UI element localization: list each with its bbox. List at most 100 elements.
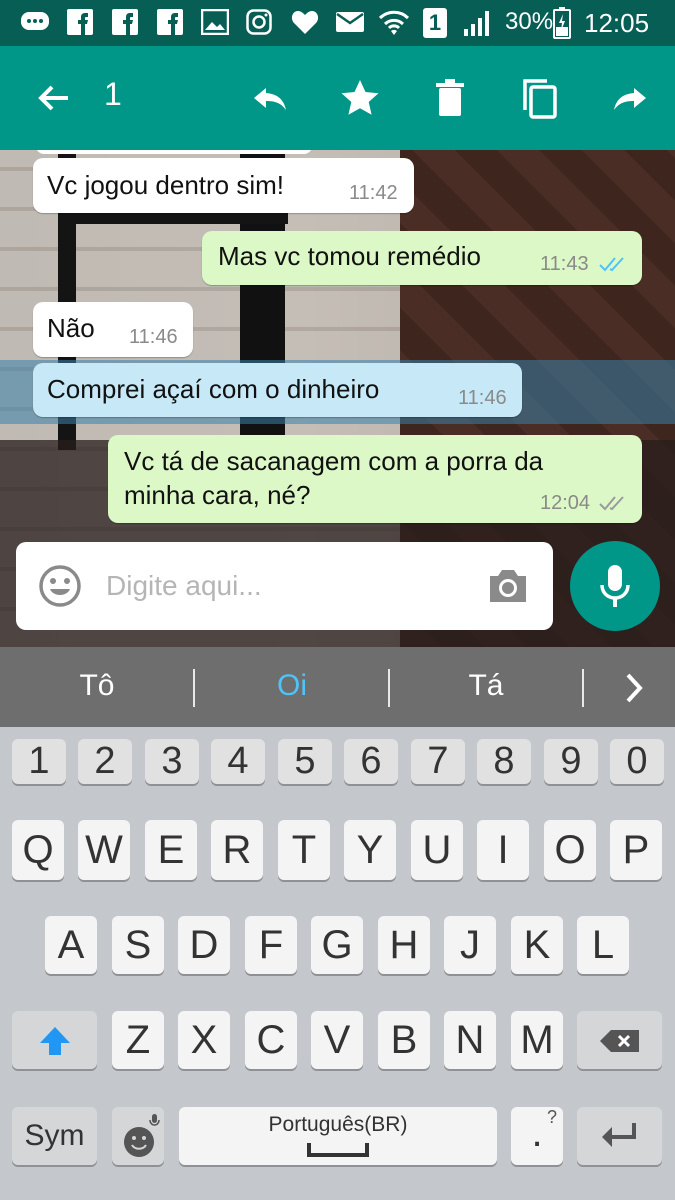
key-m[interactable]: M — [511, 1011, 563, 1069]
period-key[interactable]: ? . — [511, 1107, 563, 1165]
period-key-label: . — [531, 1111, 543, 1155]
mail-icon — [336, 12, 364, 32]
emoji-key[interactable] — [112, 1107, 164, 1165]
sim-icon: 1 — [423, 8, 447, 38]
key-n[interactable]: N — [444, 1011, 496, 1069]
enter-key[interactable] — [577, 1107, 662, 1165]
facebook-icon — [67, 9, 93, 35]
key-5[interactable]: 5 — [278, 739, 332, 784]
emoji-icon[interactable] — [38, 564, 82, 608]
shift-arrow-icon — [40, 1027, 70, 1055]
key-l[interactable]: L — [577, 916, 629, 974]
suggestion-divider — [388, 669, 390, 707]
key-c[interactable]: C — [245, 1011, 297, 1069]
space-key-language: Português(BR) — [268, 1113, 408, 1136]
key-p[interactable]: P — [610, 820, 662, 880]
delete-icon[interactable] — [428, 76, 472, 120]
facebook-icon — [112, 9, 138, 35]
key-s[interactable]: S — [112, 916, 164, 974]
space-key[interactable]: Português(BR) — [179, 1107, 497, 1165]
message-bubble-incoming[interactable]: Não 11:46 — [33, 302, 193, 357]
wifi-icon — [378, 10, 410, 35]
message-input-placeholder[interactable]: Digite aqui... — [106, 570, 262, 602]
space-bar-icon — [307, 1143, 369, 1157]
key-t[interactable]: T — [278, 820, 330, 880]
shift-key[interactable] — [12, 1011, 97, 1069]
message-text: Não — [47, 313, 95, 343]
key-4[interactable]: 4 — [211, 739, 265, 784]
key-f[interactable]: F — [245, 916, 297, 974]
battery-percent: 30% — [505, 8, 554, 35]
key-8[interactable]: 8 — [477, 739, 531, 784]
read-ticks-icon — [599, 257, 624, 272]
key-u[interactable]: U — [411, 820, 463, 880]
key-r[interactable]: R — [211, 820, 263, 880]
partial-message-bubble[interactable] — [36, 150, 312, 154]
message-bubble-outgoing[interactable]: Mas vc tomou remédio 11:43 — [202, 231, 642, 285]
key-7[interactable]: 7 — [411, 739, 465, 784]
message-time: 12:04 — [540, 492, 591, 514]
copy-icon[interactable] — [518, 76, 562, 120]
microphone-icon — [600, 565, 630, 607]
key-w[interactable]: W — [78, 820, 130, 880]
key-i[interactable]: I — [477, 820, 529, 880]
key-6[interactable]: 6 — [344, 739, 398, 784]
gallery-icon — [201, 9, 229, 35]
suggestion-divider — [193, 669, 195, 707]
chevron-right-icon[interactable] — [622, 671, 648, 705]
message-bubble-outgoing[interactable]: Vc tá de sacanagem com a porra da minha … — [108, 435, 642, 523]
message-bubble-incoming-selected[interactable]: Comprei açaí com o dinheiro 11:46 — [33, 363, 522, 417]
instagram-icon — [246, 9, 272, 35]
key-q[interactable]: Q — [12, 820, 64, 880]
key-e[interactable]: E — [145, 820, 197, 880]
key-1[interactable]: 1 — [12, 739, 66, 784]
voice-message-button[interactable] — [570, 541, 660, 631]
chat-notification-icon — [21, 12, 49, 30]
forward-icon[interactable] — [608, 76, 652, 120]
key-z[interactable]: Z — [112, 1011, 164, 1069]
key-k[interactable]: K — [511, 916, 563, 974]
message-bubble-incoming[interactable]: Vc jogou dentro sim! 11:42 — [33, 158, 414, 213]
key-2[interactable]: 2 — [78, 739, 132, 784]
suggestion-1[interactable]: Tô — [22, 669, 172, 703]
message-input-box[interactable]: Digite aqui... — [16, 542, 553, 630]
star-icon[interactable] — [338, 76, 382, 120]
enter-icon — [602, 1123, 636, 1147]
message-text: Vc tá de sacanagem com a porra da — [124, 446, 544, 476]
signal-icon — [464, 11, 489, 36]
clock: 12:05 — [584, 8, 650, 38]
key-d[interactable]: D — [178, 916, 230, 974]
key-o[interactable]: O — [544, 820, 596, 880]
key-j[interactable]: J — [444, 916, 496, 974]
key-v[interactable]: V — [311, 1011, 363, 1069]
suggestion-divider — [582, 669, 584, 707]
key-x[interactable]: X — [178, 1011, 230, 1069]
facebook-icon — [157, 9, 183, 35]
message-time: 11:46 — [129, 326, 178, 348]
camera-icon[interactable] — [486, 566, 530, 606]
message-text: minha cara, né? — [124, 480, 311, 510]
key-g[interactable]: G — [311, 916, 363, 974]
suggestion-3[interactable]: Tá — [411, 669, 561, 703]
key-h[interactable]: H — [378, 916, 430, 974]
reply-icon[interactable] — [248, 76, 292, 120]
key-a[interactable]: A — [45, 916, 97, 974]
heart-icon — [291, 11, 319, 34]
back-arrow-icon[interactable] — [32, 76, 76, 120]
backspace-key[interactable] — [577, 1011, 662, 1069]
key-y[interactable]: Y — [344, 820, 396, 880]
key-9[interactable]: 9 — [544, 739, 598, 784]
sym-key[interactable]: Sym — [12, 1107, 97, 1165]
message-time: 11:46 — [458, 387, 507, 409]
message-text: Comprei açaí com o dinheiro — [47, 374, 380, 404]
message-text: Mas vc tomou remédio — [218, 241, 481, 271]
key-b[interactable]: B — [378, 1011, 430, 1069]
selected-count: 1 — [104, 76, 122, 112]
key-0[interactable]: 0 — [610, 739, 664, 784]
message-time: 11:42 — [349, 182, 398, 204]
word-suggestion-bar: Tô Oi Tá — [0, 647, 675, 727]
suggestion-2[interactable]: Oi — [217, 669, 367, 703]
keyboard: 1 2 3 4 5 6 7 8 9 0 Q W E R T Y U I O P … — [0, 727, 675, 1200]
key-3[interactable]: 3 — [145, 739, 199, 784]
emoji-voice-icon — [124, 1114, 160, 1157]
